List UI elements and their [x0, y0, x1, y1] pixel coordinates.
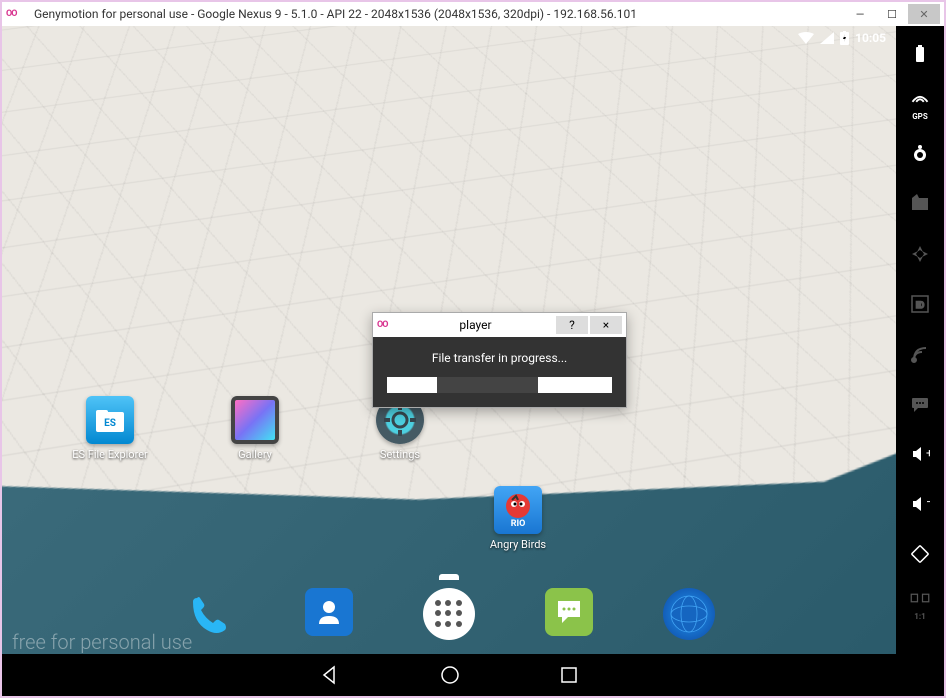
volume-up-button[interactable]: + [906, 440, 934, 468]
svg-text:ES: ES [104, 418, 116, 429]
pixel-perfect-button[interactable]: 1:1 [906, 590, 934, 618]
file-transfer-dialog: OO player ? × File transfer in progress.… [372, 312, 627, 408]
app-label: Angry Birds [490, 538, 546, 551]
apps-grid-icon [435, 600, 463, 628]
volume-down-button[interactable]: − [906, 490, 934, 518]
dialog-titlebar[interactable]: OO player ? × [373, 313, 626, 337]
android-status-bar[interactable]: 10:05 [2, 26, 896, 50]
rotate-button[interactable] [906, 540, 934, 568]
svg-text:+: + [926, 446, 930, 460]
sms-button[interactable] [906, 390, 934, 418]
dialog-help-button[interactable]: ? [556, 316, 588, 334]
angry-birds-icon: RIO [494, 486, 542, 534]
nav-back[interactable] [320, 665, 340, 685]
dialog-close-button[interactable]: × [590, 316, 622, 334]
gallery-icon [231, 396, 279, 444]
nav-recent[interactable] [560, 666, 578, 684]
svg-text:RIO: RIO [511, 519, 526, 529]
identifier-button[interactable]: ID [906, 290, 934, 318]
dock-all-apps[interactable] [423, 588, 475, 640]
titlebar: OO Genymotion for personal use - Google … [2, 2, 944, 26]
app-angry-birds[interactable]: RIO Angry Birds [488, 486, 548, 551]
watermark: free for personal use [12, 630, 192, 654]
transfer-progress-bar [387, 377, 612, 393]
maximize-button[interactable]: ☐ [876, 4, 908, 24]
close-button[interactable]: ✕ [908, 4, 940, 24]
genymotion-icon: OO [377, 320, 397, 330]
minimize-button[interactable]: — [844, 4, 876, 24]
network-widget-button[interactable] [906, 340, 934, 368]
nav-home[interactable] [440, 665, 460, 685]
main-window: OO Genymotion for personal use - Google … [0, 0, 946, 698]
svg-text:ID: ID [916, 301, 925, 311]
remote-control-button[interactable] [906, 240, 934, 268]
genymotion-toolbar: GPS ID + − [896, 26, 944, 696]
gps-widget-button[interactable]: GPS [906, 90, 934, 118]
window-title: Genymotion for personal use - Google Nex… [26, 7, 844, 21]
dock-browser[interactable] [663, 588, 715, 640]
dock-contacts[interactable] [305, 588, 353, 636]
device-screen[interactable]: 10:05 ES ES File Explorer Gallery [2, 26, 896, 696]
app-label: ES File Explorer [72, 448, 148, 461]
wifi-icon [798, 32, 814, 44]
svg-text:−: − [926, 495, 930, 509]
genymotion-icon: OO [6, 9, 26, 19]
capture-widget-button[interactable] [906, 190, 934, 218]
es-file-explorer-icon: ES [86, 396, 134, 444]
dock-messages[interactable] [545, 588, 593, 636]
app-gallery[interactable]: Gallery [225, 396, 285, 461]
app-label: Gallery [238, 448, 272, 461]
signal-icon [820, 32, 834, 44]
camera-widget-button[interactable] [906, 140, 934, 168]
status-time: 10:05 [855, 31, 886, 45]
app-label: Settings [380, 448, 420, 461]
battery-widget-button[interactable] [906, 40, 934, 68]
battery-charging-icon [840, 31, 849, 45]
app-es-file-explorer[interactable]: ES ES File Explorer [80, 396, 140, 461]
android-nav-bar [2, 654, 896, 696]
transfer-message: File transfer in progress... [387, 351, 612, 365]
dialog-title: player [397, 318, 554, 332]
